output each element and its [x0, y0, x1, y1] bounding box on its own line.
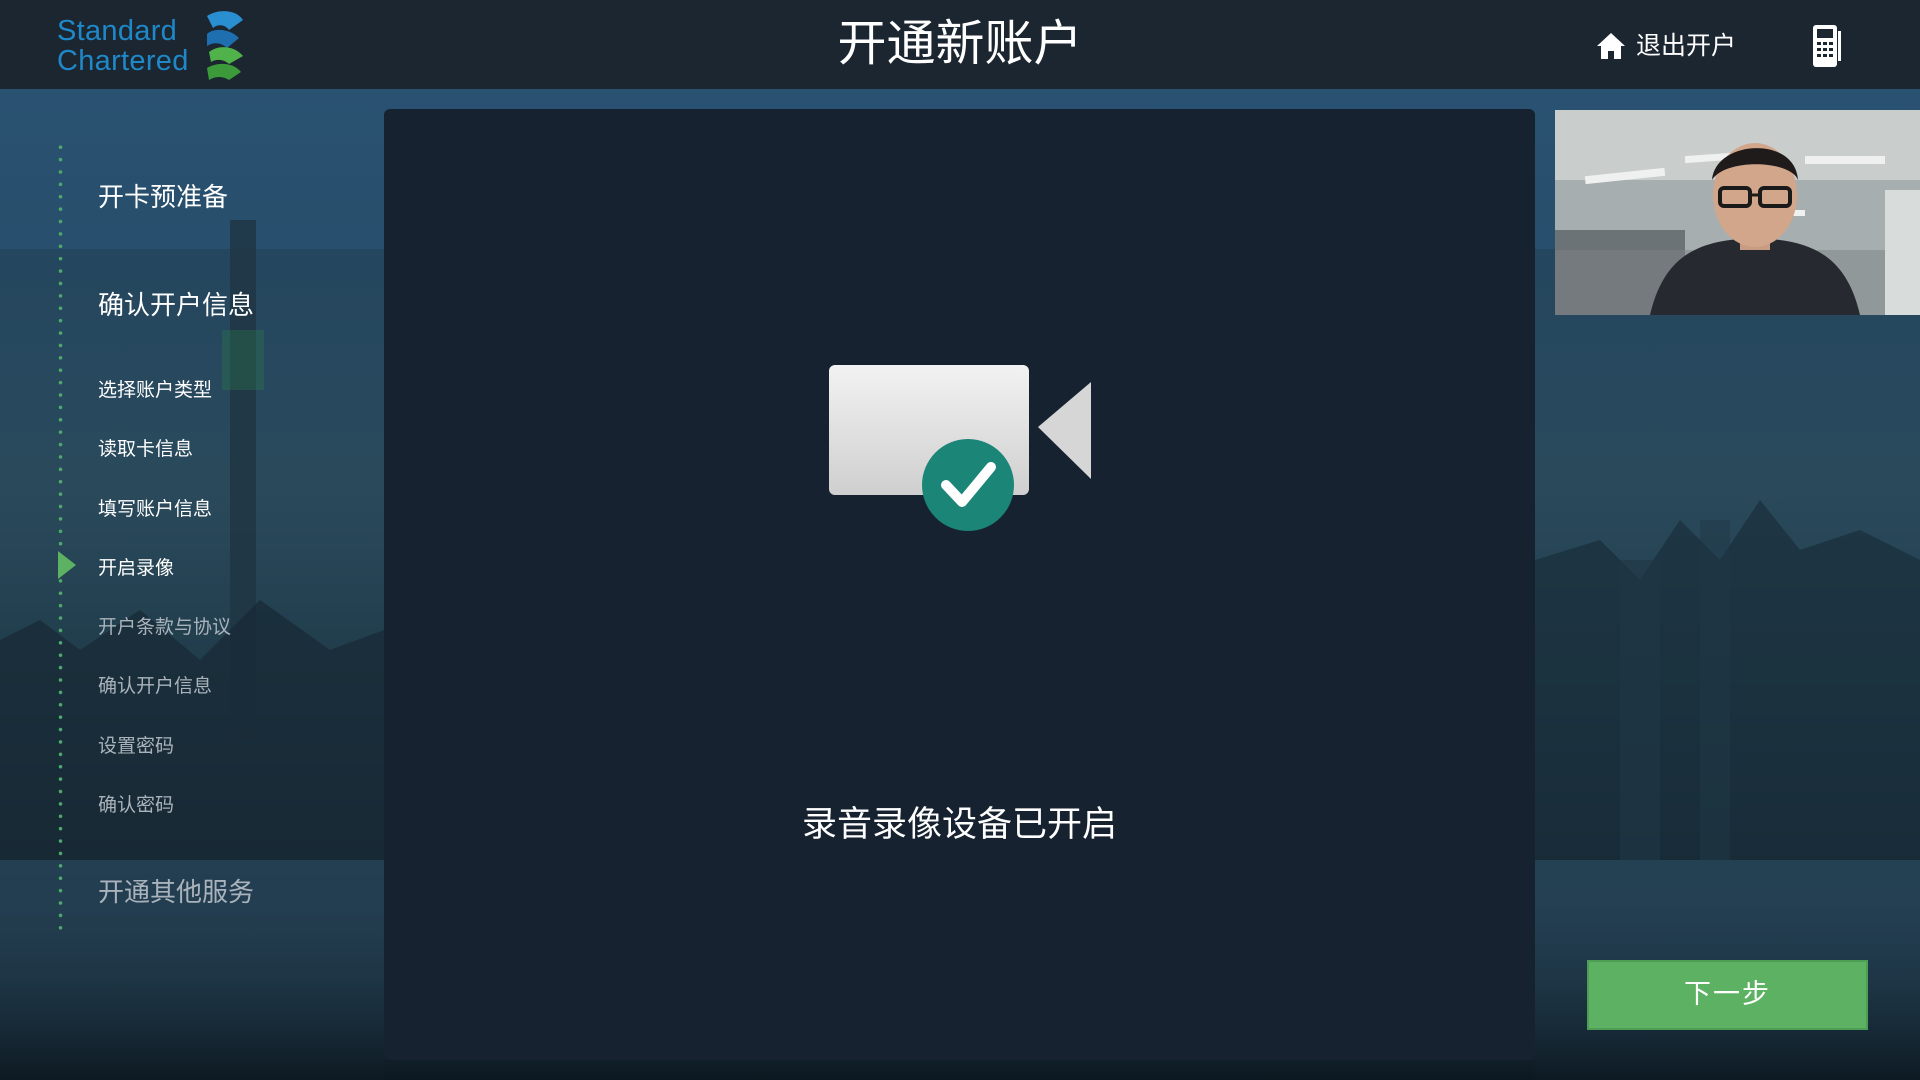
main-content-panel: 录音录像设备已开启 [384, 109, 1535, 1060]
progress-dotted-line [58, 141, 63, 931]
substep-terms-and-agreement: 开户条款与协议 [98, 616, 232, 638]
substep-set-password: 设置密码 [98, 735, 175, 757]
recording-status-text: 录音录像设备已开启 [801, 805, 1117, 845]
step-other-services: 开通其他服务 [98, 878, 255, 908]
substep-select-account-type: 选择账户类型 [98, 379, 213, 401]
substep-confirm-password: 确认密码 [98, 794, 175, 816]
exit-label: 退出开户 [1636, 31, 1737, 60]
step-confirm-account-info: 确认开户信息 [98, 291, 255, 321]
webcam-preview [1555, 110, 1920, 315]
next-step-button[interactable]: 下一步 [1587, 960, 1868, 1030]
exit-account-opening-button[interactable]: 退出开户 [1596, 26, 1736, 66]
substep-confirm-account-info: 确认开户信息 [98, 675, 213, 697]
substep-fill-account-info: 填写账户信息 [98, 498, 213, 520]
current-step-arrow-icon [57, 551, 77, 583]
video-camera-check-icon [829, 357, 1099, 537]
top-header-bar: Standard Chartered 开通新账户 退出开户 [0, 0, 1920, 89]
home-icon [1596, 32, 1626, 60]
progress-sidebar: 开卡预准备 确认开户信息 选择账户类型 读取卡信息 填写账户信息 开启录像 开户… [0, 89, 384, 1080]
substep-read-card-info: 读取卡信息 [98, 438, 194, 460]
card-reader-device-icon[interactable] [1810, 23, 1842, 73]
step-card-preparation: 开卡预准备 [98, 183, 229, 213]
substep-start-recording: 开启录像 [98, 557, 175, 579]
